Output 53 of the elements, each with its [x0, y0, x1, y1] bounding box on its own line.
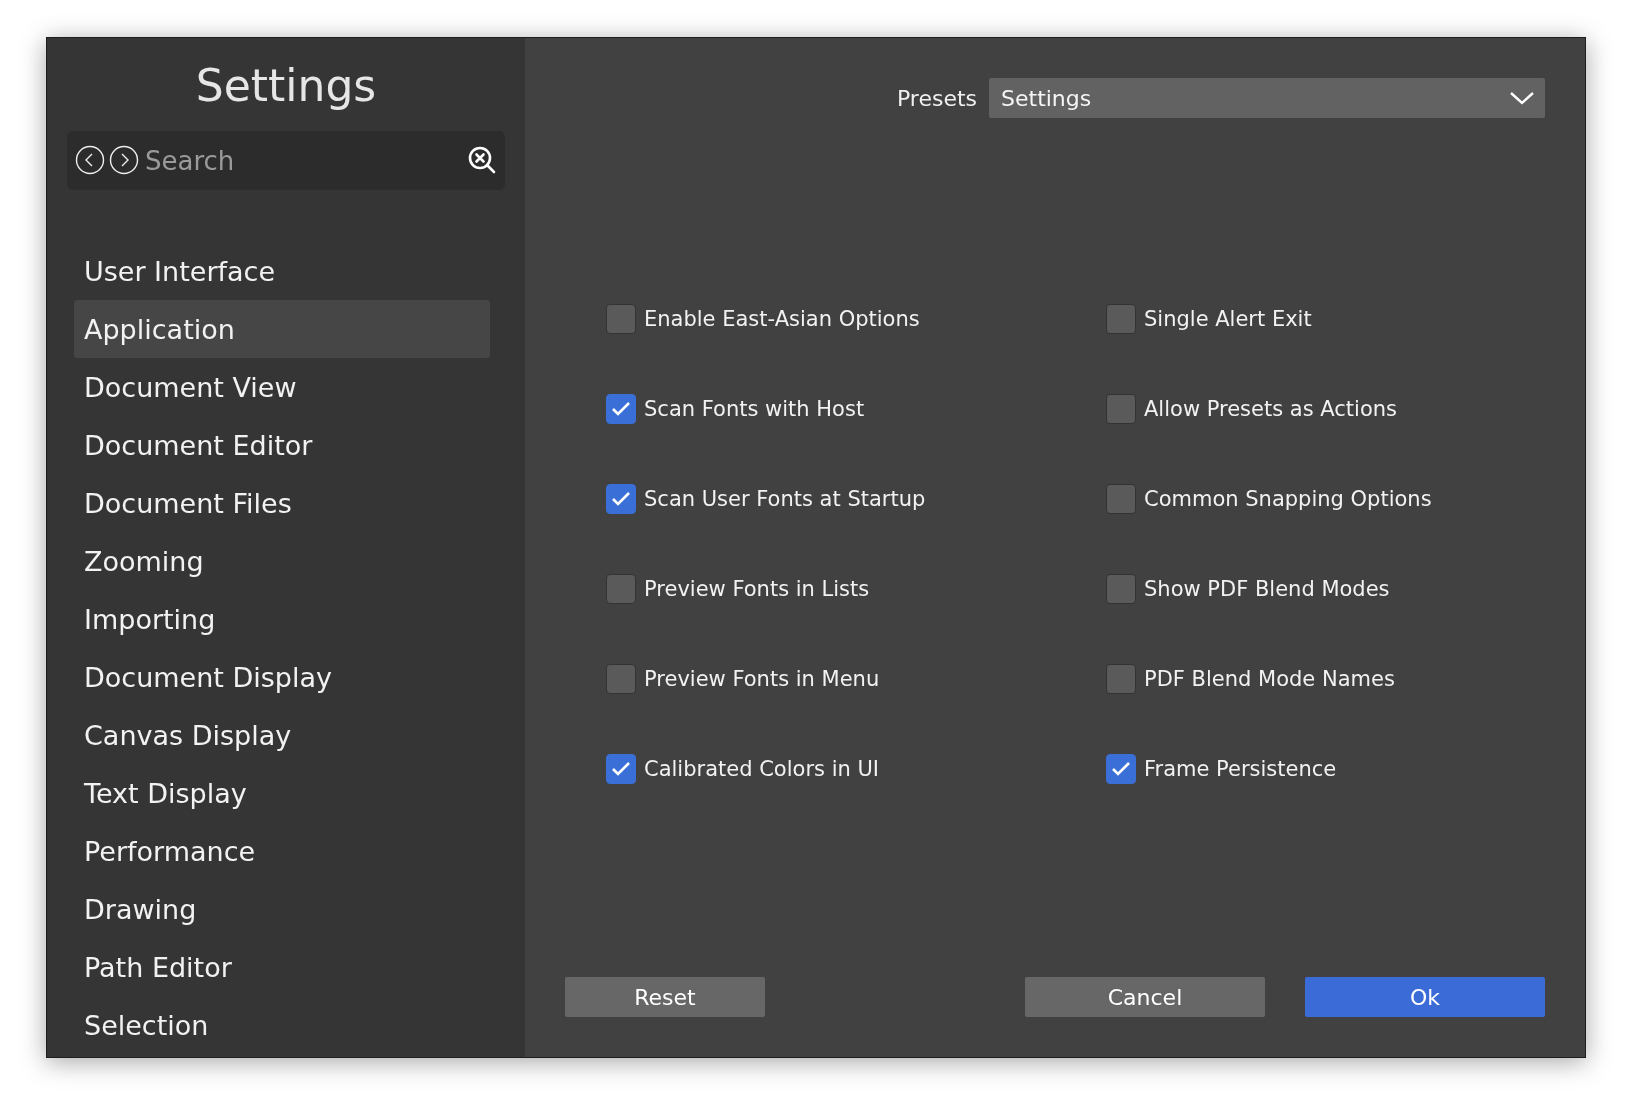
checkbox[interactable] — [1106, 754, 1136, 784]
checkbox-label: Scan Fonts with Host — [644, 397, 865, 421]
sidebar-item[interactable]: Importing — [74, 590, 490, 648]
sidebar-item[interactable]: Selection — [74, 996, 490, 1054]
sidebar-item[interactable]: Drawing — [74, 880, 490, 938]
sidebar-item[interactable]: Zooming — [74, 532, 490, 590]
dialog-button[interactable]: Cancel — [1025, 977, 1265, 1017]
sidebar-item[interactable]: User Interface — [74, 242, 490, 300]
checkbox[interactable] — [606, 394, 636, 424]
sidebar-item[interactable]: Path Editor — [74, 938, 490, 996]
checkbox-label: Calibrated Colors in UI — [644, 757, 880, 781]
checkmark-icon — [611, 491, 631, 507]
dialog-button[interactable]: Reset — [565, 977, 765, 1017]
search-field[interactable]: Search — [67, 131, 505, 190]
checkbox[interactable] — [1106, 304, 1136, 334]
checkbox[interactable] — [1106, 574, 1136, 604]
back-icon[interactable] — [75, 145, 105, 175]
presets-label: Presets — [896, 85, 977, 111]
checkmark-icon — [611, 761, 631, 777]
checkmark-icon — [1111, 761, 1131, 777]
checkbox-label: Preview Fonts in Menu — [644, 667, 880, 691]
checkbox[interactable] — [606, 754, 636, 784]
checkbox[interactable] — [1106, 394, 1136, 424]
sidebar-item[interactable]: Document Editor — [74, 416, 490, 474]
sidebar-item[interactable]: Application — [74, 300, 490, 358]
checkbox[interactable] — [1106, 664, 1136, 694]
sidebar-item[interactable]: Document Display — [74, 648, 490, 706]
sidebar-item[interactable]: Canvas Display — [74, 706, 490, 764]
checkbox-label: Enable East-Asian Options — [644, 307, 920, 331]
checkbox-label: Preview Fonts in Lists — [644, 577, 870, 601]
checkbox[interactable] — [606, 304, 636, 334]
checkbox-label: Common Snapping Options — [1144, 487, 1432, 511]
sidebar-item[interactable]: Document Files — [74, 474, 490, 532]
forward-icon[interactable] — [109, 145, 139, 175]
checkbox-label: Frame Persistence — [1144, 757, 1337, 781]
checkbox-label: Allow Presets as Actions — [1144, 397, 1398, 421]
checkbox[interactable] — [606, 484, 636, 514]
ok-button[interactable]: Ok — [1305, 977, 1545, 1017]
sidebar-item[interactable]: Performance — [74, 822, 490, 880]
checkbox-label: Single Alert Exit — [1144, 307, 1312, 331]
checkmark-icon — [611, 401, 631, 417]
chevron-down-icon — [1509, 90, 1535, 106]
checkbox[interactable] — [1106, 484, 1136, 514]
sidebar-title: Settings — [195, 60, 377, 111]
checkbox-label: Scan User Fonts at Startup — [644, 487, 926, 511]
checkbox[interactable] — [606, 574, 636, 604]
sidebar-item[interactable]: Text Display — [74, 764, 490, 822]
checkbox-label: Show PDF Blend Modes — [1144, 577, 1390, 601]
checkbox-label: PDF Blend Mode Names — [1144, 667, 1395, 691]
presets-dropdown[interactable]: Settings — [989, 78, 1545, 118]
search-clear-icon[interactable] — [467, 145, 497, 175]
sidebar-item[interactable]: Document View — [74, 358, 490, 416]
checkbox[interactable] — [606, 664, 636, 694]
